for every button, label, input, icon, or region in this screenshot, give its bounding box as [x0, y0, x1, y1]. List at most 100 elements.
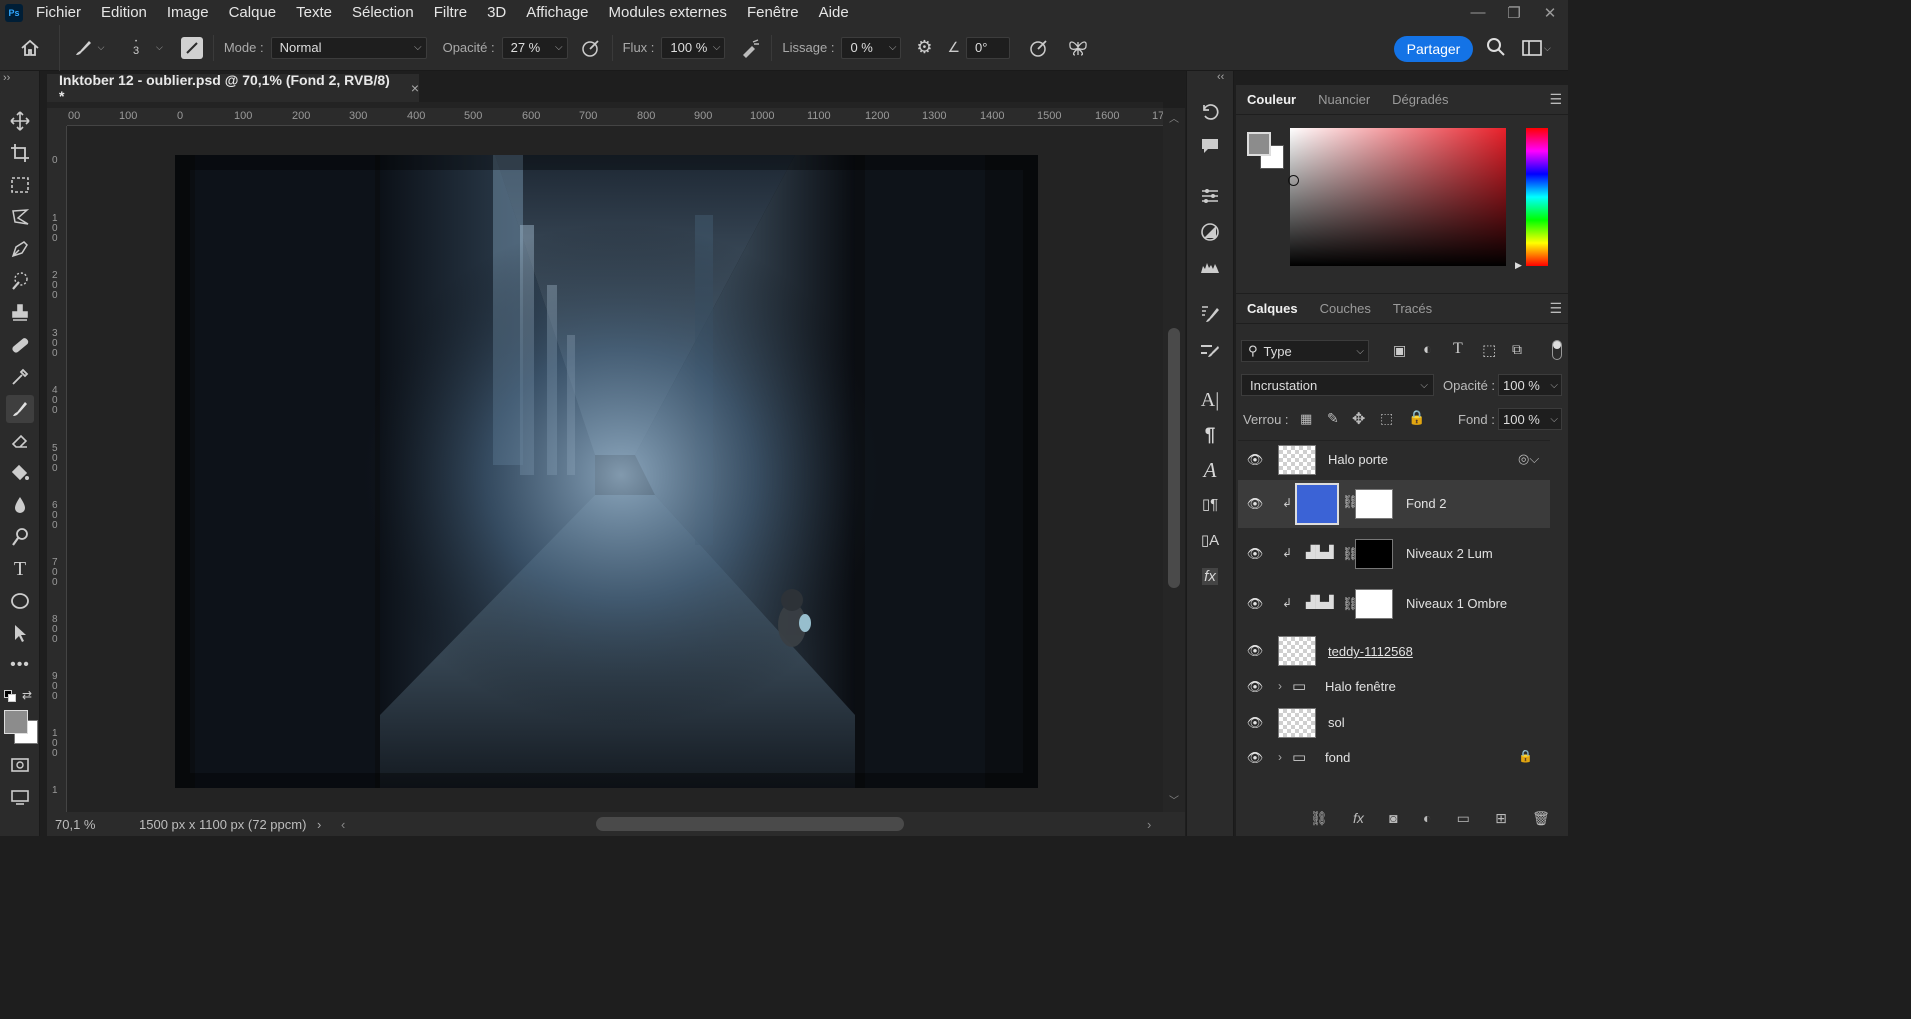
brush-tool[interactable]	[6, 395, 34, 423]
properties-panel-button[interactable]	[1197, 183, 1223, 209]
eye-icon[interactable]: 👁	[1246, 750, 1264, 766]
layer-row[interactable]: 👁 sol	[1238, 704, 1550, 742]
mode-select[interactable]: Normal ⌵	[270, 36, 427, 59]
home-button[interactable]	[0, 24, 60, 71]
healing-brush-tool[interactable]	[6, 331, 34, 359]
filter-shape-icon[interactable]: ⬚	[1482, 341, 1496, 359]
pen-tool[interactable]	[6, 235, 34, 263]
layer-row-selected[interactable]: 👁 ↲ ⛓ Fond 2	[1238, 480, 1550, 528]
blend-mode-select[interactable]: Incrustation ⌵	[1241, 374, 1434, 396]
layer-style-fx-icon[interactable]: fx	[1353, 810, 1364, 826]
tab-traces[interactable]: Tracés	[1382, 294, 1443, 324]
lock-position-icon[interactable]: ✥	[1352, 409, 1365, 429]
collapse-toolbar-icon[interactable]: ››	[3, 72, 10, 84]
new-layer-icon[interactable]: ⊞	[1495, 810, 1507, 827]
scroll-left-icon[interactable]: ‹	[341, 817, 345, 832]
vertical-scroll-thumb[interactable]	[1168, 328, 1180, 588]
layer-row[interactable]: 👁 teddy-1112568	[1238, 632, 1550, 670]
panel-menu-icon[interactable]: ☰	[1549, 300, 1562, 317]
path-selection-tool[interactable]	[6, 619, 34, 647]
add-mask-icon[interactable]: ◙	[1389, 810, 1397, 826]
eye-icon[interactable]: 👁	[1246, 596, 1264, 612]
menu-filtre[interactable]: Filtre	[431, 4, 470, 21]
menu-aide[interactable]: Aide	[816, 4, 852, 21]
close-window-button[interactable]: ✕	[1532, 0, 1568, 25]
new-adjustment-icon[interactable]: ◐	[1423, 810, 1431, 826]
tab-nuancier[interactable]: Nuancier	[1307, 85, 1381, 115]
lock-transparent-icon[interactable]: ▦	[1300, 411, 1312, 427]
paragraph-panel-button[interactable]: ¶	[1197, 423, 1223, 449]
opacity-input[interactable]: 27 % ⌵	[501, 36, 568, 59]
hue-slider-marker-icon[interactable]: ▶	[1515, 260, 1522, 271]
chevron-right-icon[interactable]: ›	[1278, 750, 1282, 764]
horizontal-scroll-thumb[interactable]	[596, 817, 904, 831]
crop-tool[interactable]	[6, 139, 34, 167]
airbrush-button[interactable]	[739, 37, 761, 59]
menu-3d[interactable]: 3D	[484, 4, 509, 21]
foreground-color-swatch[interactable]	[4, 710, 28, 734]
eye-icon[interactable]: 👁	[1246, 546, 1264, 562]
menu-texte[interactable]: Texte	[293, 4, 335, 21]
history-panel-button[interactable]	[1197, 99, 1223, 125]
status-expand-icon[interactable]: ›	[317, 817, 321, 832]
quick-mask-button[interactable]	[6, 751, 34, 779]
eye-icon[interactable]: 👁	[1246, 715, 1264, 731]
lock-paint-icon[interactable]: ✎	[1327, 410, 1339, 427]
foreground-color-chip[interactable]	[1247, 132, 1271, 156]
smart-filter-icon[interactable]: ◎⌵	[1518, 451, 1539, 467]
minimize-button[interactable]: —	[1460, 0, 1496, 25]
symmetry-button[interactable]	[1066, 37, 1090, 59]
menu-affichage[interactable]: Affichage	[523, 4, 591, 21]
filter-toggle-switch[interactable]	[1552, 340, 1562, 360]
screen-mode-button[interactable]	[6, 783, 34, 811]
eraser-tool[interactable]	[6, 427, 34, 455]
color-field[interactable]	[1290, 128, 1506, 266]
restore-button[interactable]: ❐	[1496, 0, 1532, 25]
blur-tool[interactable]	[6, 491, 34, 519]
swap-colors-icon[interactable]: ⇄	[22, 688, 32, 702]
layer-mask-thumbnail[interactable]	[1355, 539, 1393, 569]
share-button[interactable]: Partager	[1394, 36, 1473, 62]
flow-input[interactable]: 100 % ⌵	[661, 36, 726, 59]
lock-all-icon[interactable]: 🔒	[1408, 409, 1425, 426]
tab-couleur[interactable]: Couleur	[1236, 85, 1307, 115]
eye-icon[interactable]: 👁	[1246, 679, 1264, 695]
close-tab-icon[interactable]: ×	[411, 80, 419, 96]
glyphs-panel-button[interactable]: A	[1197, 457, 1223, 483]
layer-row[interactable]: 👁 Halo porte ◎⌵	[1238, 440, 1550, 478]
type-tool[interactable]: T	[6, 555, 34, 583]
pressure-opacity-button[interactable]	[580, 37, 602, 59]
dodge-tool[interactable]	[6, 523, 34, 551]
more-tools-button[interactable]: •••	[6, 651, 34, 679]
zoom-level[interactable]: 70,1 %	[55, 817, 125, 832]
layer-group-row[interactable]: 👁 › ▭ Halo fenêtre	[1238, 672, 1550, 702]
menu-calque[interactable]: Calque	[226, 4, 280, 21]
vertical-scrollbar[interactable]: ︿ ﹀	[1163, 108, 1185, 812]
brush-preset-picker[interactable]: ⌵	[60, 25, 116, 71]
layer-mask-thumbnail[interactable]	[1355, 489, 1393, 519]
brushes-panel-button[interactable]	[1197, 337, 1223, 363]
filter-pixel-icon[interactable]: ▣	[1393, 342, 1406, 359]
lasso-tool[interactable]	[6, 203, 34, 231]
vertical-ruler[interactable]: 0 100 200 300 400 500 600 700 800 900 10…	[47, 126, 67, 812]
tab-couches[interactable]: Couches	[1309, 294, 1382, 324]
document-canvas[interactable]	[175, 155, 1038, 788]
quick-selection-tool[interactable]	[6, 267, 34, 295]
menu-image[interactable]: Image	[164, 4, 212, 21]
link-layers-icon[interactable]: ⛓	[1310, 810, 1328, 827]
menu-fenetre[interactable]: Fenêtre	[744, 4, 802, 21]
adjustments-panel-button[interactable]	[1197, 219, 1223, 245]
horizontal-ruler[interactable]: 00 100 0 100 200 300 400 500 600 700 800…	[67, 108, 1163, 126]
styles-panel-button[interactable]: fx	[1197, 563, 1223, 589]
histogram-panel-button[interactable]	[1197, 253, 1223, 279]
character-styles-panel-button[interactable]: ▯A	[1197, 527, 1223, 553]
new-group-icon[interactable]: ▭	[1457, 810, 1470, 827]
filter-smart-object-icon[interactable]: ⧉	[1512, 341, 1522, 358]
eye-icon[interactable]: 👁	[1246, 452, 1264, 468]
tab-calques[interactable]: Calques	[1236, 294, 1309, 324]
tab-degrades[interactable]: Dégradés	[1381, 85, 1459, 115]
fill-input[interactable]: 100 % ⌵	[1498, 408, 1562, 430]
chevron-down-icon[interactable]: ⌵	[156, 42, 163, 53]
layer-opacity-input[interactable]: 100 % ⌵	[1498, 374, 1562, 396]
move-tool[interactable]	[6, 107, 34, 135]
